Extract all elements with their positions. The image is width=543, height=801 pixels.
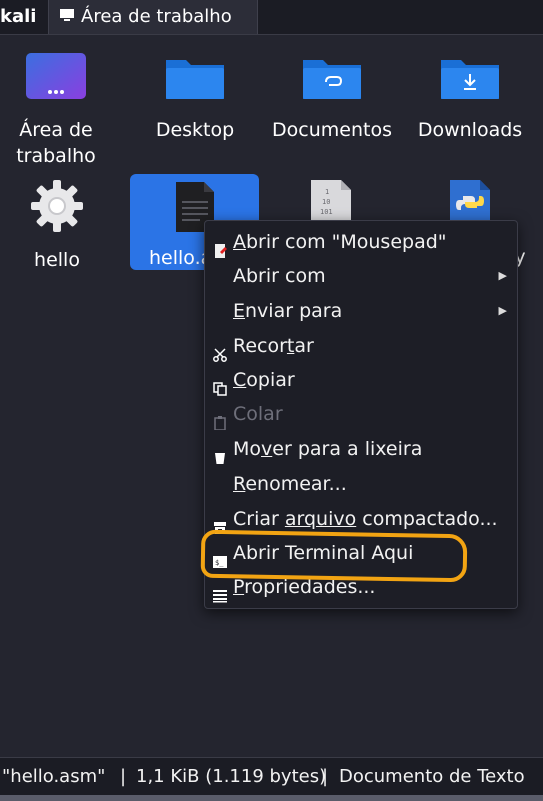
menu-label-post: enomear...	[245, 473, 347, 495]
menu-item-propriedades[interactable]: Propriedades...	[205, 570, 517, 604]
status-bar: "hello.asm" | 1,1 KiB (1.119 bytes) | Do…	[0, 757, 543, 796]
mousepad-icon	[213, 235, 227, 258]
terminal-icon: $_	[213, 546, 227, 568]
scissors-icon	[213, 339, 227, 362]
status-filename: "hello.asm"	[2, 766, 106, 787]
status-separator: |	[322, 766, 329, 787]
gear-executable-icon	[8, 178, 106, 241]
context-menu: Abrir com "Mousepad" Abrir com ▶ Enviar …	[204, 220, 518, 609]
desktop-item-desktop[interactable]: Desktop	[145, 52, 245, 143]
tab-kali[interactable]: kali	[0, 0, 45, 34]
menu-item-mover-para-lixeira[interactable]: Mover para a lixeira	[205, 432, 517, 466]
menu-item-copiar[interactable]: Copiar	[205, 363, 517, 397]
menu-label: Colar	[233, 403, 283, 425]
menu-label-accel: P	[233, 576, 245, 598]
top-tab-bar: kali Área de trabalho	[0, 0, 543, 35]
copy-icon	[213, 373, 227, 396]
menu-label-accel: v	[261, 438, 273, 460]
properties-icon	[213, 580, 227, 603]
desktop-item-area-de-trabalho[interactable]: Área de trabalho	[6, 52, 106, 169]
svg-text:1: 1	[325, 188, 329, 196]
item-label: hello	[34, 249, 80, 271]
item-label: Downloads	[417, 119, 523, 141]
folder-icon	[145, 52, 245, 109]
desktop-folder-icon	[6, 52, 106, 109]
menu-label-post: compactado...	[356, 508, 498, 530]
menu-label-pre: Criar	[233, 508, 285, 530]
menu-label: Abrir com	[233, 265, 326, 287]
status-separator: |	[120, 766, 127, 787]
menu-item-criar-arquivo-compactado[interactable]: Criar arquivo compactado...	[205, 502, 517, 536]
desktop-icon	[59, 0, 75, 34]
desktop-item-downloads[interactable]: Downloads	[412, 52, 528, 143]
status-filetype: Documento de Texto	[339, 766, 525, 787]
menu-label-accel: A	[233, 231, 246, 253]
menu-item-abrir-terminal-aqui[interactable]: $_ Abrir Terminal Aqui	[205, 536, 517, 570]
svg-text:101: 101	[320, 208, 333, 216]
tab-area-de-trabalho[interactable]: Área de trabalho	[48, 0, 258, 34]
item-label: Documentos	[272, 119, 392, 141]
menu-item-recortar[interactable]: Recortar	[205, 329, 517, 363]
submenu-arrow-icon: ▶	[498, 269, 507, 282]
menu-label-accel: arquivo	[284, 508, 357, 530]
item-label: Desktop	[155, 119, 235, 141]
paste-icon	[213, 407, 227, 431]
menu-item-abrir-com[interactable]: Abrir com ▶	[205, 259, 517, 293]
downloads-folder-icon	[412, 52, 528, 109]
menu-label-post: ropriedades...	[244, 576, 376, 598]
menu-label-post: opiar	[246, 369, 295, 391]
menu-item-enviar-para[interactable]: Enviar para ▶	[205, 294, 517, 328]
tab-kali-label: kali	[0, 6, 37, 27]
menu-label-accel: R	[233, 473, 246, 495]
submenu-arrow-icon: ▶	[498, 304, 507, 317]
item-label-line1: Área de	[19, 119, 93, 141]
trash-icon	[213, 442, 227, 464]
menu-item-abrir-com-mousepad[interactable]: Abrir com "Mousepad"	[205, 225, 517, 259]
menu-label: Abrir Terminal Aqui	[233, 542, 414, 564]
documents-folder-icon	[268, 52, 396, 109]
menu-label-post: nviar para	[245, 300, 343, 322]
item-label-line2: trabalho	[16, 145, 96, 167]
svg-text:$_: $_	[215, 559, 224, 567]
status-size: 1,1 KiB (1.119 bytes)	[136, 766, 327, 787]
svg-text:10: 10	[322, 198, 330, 206]
menu-label-post: ar	[294, 335, 314, 357]
menu-label-post: brir com "Mousepad"	[246, 231, 447, 253]
menu-item-colar[interactable]: Colar	[205, 397, 517, 431]
tab-path-label: Área de trabalho	[81, 6, 232, 27]
menu-label-accel: C	[233, 369, 247, 391]
menu-label-accel: E	[233, 300, 246, 322]
archive-icon	[213, 512, 227, 534]
menu-label-pre: Mo	[233, 438, 262, 460]
menu-label-pre: Recor	[233, 335, 287, 357]
menu-label-post: er para a lixeira	[272, 438, 423, 460]
bottom-edge	[0, 795, 543, 801]
desktop-item-hello[interactable]: hello	[8, 178, 106, 273]
menu-item-renomear[interactable]: Renomear...	[205, 467, 517, 501]
desktop-item-documentos[interactable]: Documentos	[268, 52, 396, 143]
